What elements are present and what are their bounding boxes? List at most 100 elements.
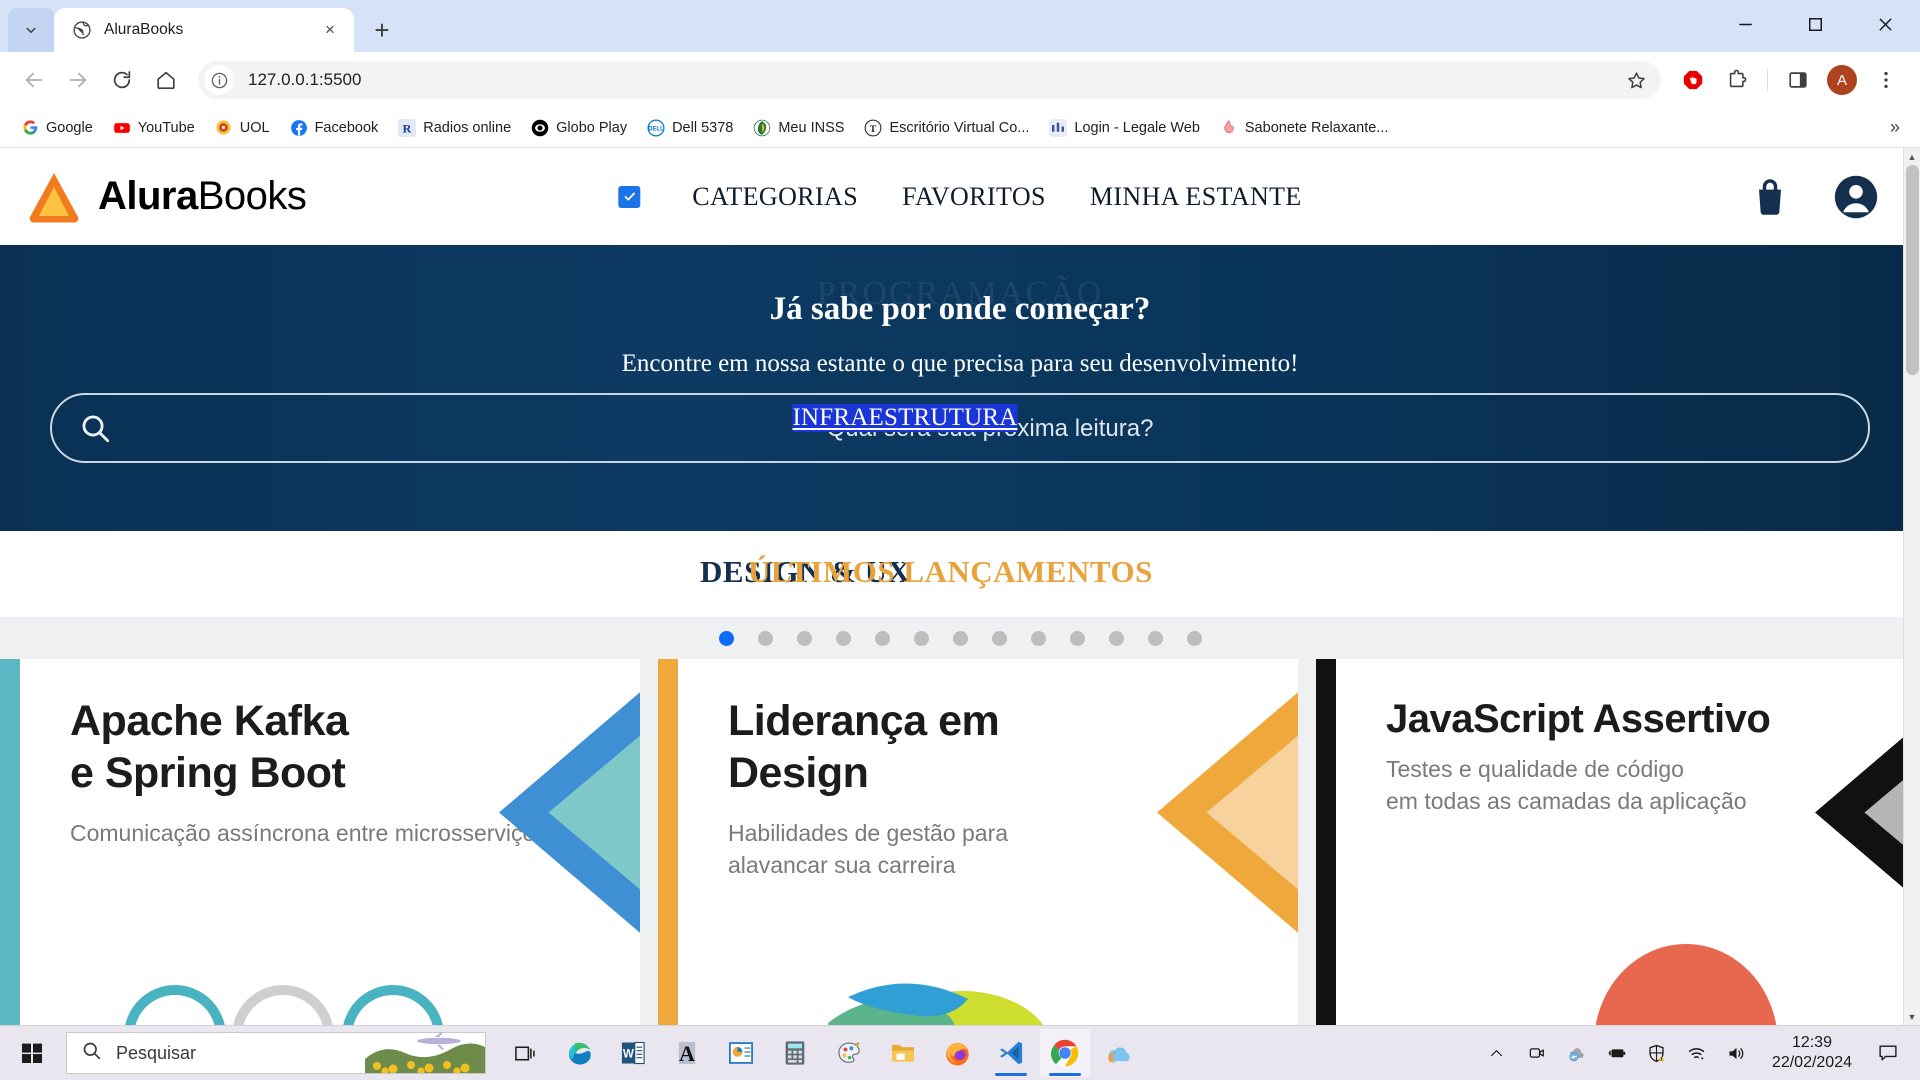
bookmark-label: Globo Play	[556, 119, 628, 136]
browser-toolbar: A	[0, 52, 1920, 108]
forward-button[interactable]	[58, 60, 98, 100]
nav-item-minha-estante[interactable]: MINHA ESTANTE	[1090, 182, 1302, 212]
carousel-dot[interactable]	[1108, 630, 1124, 646]
cart-icon[interactable]	[1748, 175, 1792, 219]
bookmark-item[interactable]: YouTube	[104, 114, 204, 142]
carousel-dot[interactable]	[874, 630, 890, 646]
brand-logo-link[interactable]: AluraBooks	[26, 171, 307, 223]
onedrive-app-icon[interactable]	[1094, 1029, 1144, 1077]
adblock-stop-icon[interactable]	[1673, 60, 1713, 100]
powerpoint-icon[interactable]	[716, 1029, 766, 1077]
bookmark-item[interactable]: Google	[12, 114, 102, 142]
windows-security-warning-icon[interactable]	[1638, 1031, 1676, 1075]
brand-name-bold: Alura	[98, 174, 198, 218]
windows-start-icon[interactable]	[6, 1029, 58, 1077]
address-bar[interactable]	[198, 61, 1661, 99]
bookmark-item[interactable]: T Escritório Virtual Co...	[855, 114, 1038, 142]
site-info-icon[interactable]	[204, 65, 234, 95]
new-tab-button[interactable]: +	[362, 10, 402, 50]
window-close-button[interactable]	[1850, 0, 1920, 48]
bookmarks-overflow-button[interactable]: »	[1882, 113, 1908, 142]
carousel-dot[interactable]	[796, 630, 812, 646]
notification-balloon-icon[interactable]	[1868, 1031, 1908, 1075]
legale-web-icon	[1049, 118, 1068, 137]
carousel-dot[interactable]	[1030, 630, 1046, 646]
bookmark-label: Facebook	[314, 119, 379, 136]
fonts-icon[interactable]: A	[662, 1029, 712, 1077]
window-maximize-button[interactable]	[1780, 0, 1850, 48]
bookmark-item[interactable]: Login - Legale Web	[1040, 114, 1209, 142]
bookmark-item[interactable]: DELL Dell 5378	[638, 114, 742, 142]
account-icon[interactable]	[1832, 173, 1880, 221]
book-card[interactable]: Apache Kafka e Spring Boot Comunicação a…	[0, 659, 640, 1025]
taskbar-clock[interactable]: 12:39 22/02/2024	[1758, 1033, 1866, 1072]
firefox-icon[interactable]	[932, 1029, 982, 1077]
carousel-dot[interactable]	[991, 630, 1007, 646]
tab-search-button[interactable]	[8, 8, 54, 52]
google-icon	[21, 119, 39, 137]
magnifier-icon[interactable]	[78, 411, 112, 445]
hero-search-bar[interactable]: Qual será sua próxima leitura? INFRAESTR…	[50, 393, 1870, 463]
window-minimize-button[interactable]	[1710, 0, 1780, 48]
carousel-pagination-dots	[0, 617, 1920, 659]
carousel-dot[interactable]	[1147, 630, 1163, 646]
bookmark-label: Google	[46, 119, 93, 136]
tab-close-button[interactable]: ×	[318, 18, 342, 42]
bookmark-item[interactable]: Globo Play	[522, 114, 636, 142]
calculator-icon[interactable]	[770, 1029, 820, 1077]
back-button[interactable]	[14, 60, 54, 100]
bookmark-item[interactable]: Meu INSS	[744, 114, 853, 142]
hero-search-input[interactable]: Qual será sua próxima leitura? INFRAESTR…	[112, 393, 1868, 463]
profile-avatar-button[interactable]: A	[1822, 60, 1862, 100]
side-panel-icon[interactable]	[1778, 60, 1818, 100]
home-button[interactable]	[146, 60, 186, 100]
scrollbar-thumb[interactable]	[1906, 165, 1919, 375]
wifi-icon[interactable]	[1678, 1031, 1716, 1075]
scroll-down-arrow[interactable]: ▼	[1904, 1008, 1920, 1025]
reload-button[interactable]	[102, 60, 142, 100]
book-card[interactable]: JavaScript Assertivo Testes e qualidade …	[1316, 659, 1920, 1025]
task-view-icon[interactable]	[500, 1029, 550, 1077]
scroll-up-arrow[interactable]: ▲	[1904, 148, 1920, 165]
selected-category-link[interactable]: INFRAESTRUTURA	[792, 404, 1018, 432]
url-input[interactable]	[234, 70, 1619, 90]
paint-icon[interactable]	[824, 1029, 874, 1077]
carousel-dot[interactable]	[913, 630, 929, 646]
vscode-icon[interactable]	[986, 1029, 1036, 1077]
bookmark-item[interactable]: Facebook	[281, 114, 388, 142]
hero-title: Já sabe por onde começar?	[769, 291, 1151, 327]
bookmark-star-icon[interactable]	[1619, 63, 1653, 97]
carousel-dot[interactable]	[835, 630, 851, 646]
carousel-dot[interactable]	[952, 630, 968, 646]
carousel-dot[interactable]	[1069, 630, 1085, 646]
battery-charging-icon[interactable]	[1598, 1031, 1636, 1075]
browser-tab[interactable]: AluraBooks ×	[54, 8, 354, 52]
volume-icon[interactable]	[1718, 1031, 1756, 1075]
taskbar-search-box[interactable]: Pesquisar	[66, 1032, 486, 1074]
onedrive-sync-icon[interactable]	[1558, 1031, 1596, 1075]
bookmark-item[interactable]: R Radios online	[389, 114, 520, 142]
nav-item-favoritos[interactable]: FAVORITOS	[902, 182, 1046, 212]
google-chrome-icon[interactable]	[1040, 1029, 1090, 1077]
radios-online-icon: R	[398, 118, 417, 137]
webcam-icon[interactable]	[1518, 1031, 1556, 1075]
carousel-dot[interactable]	[1186, 630, 1202, 646]
nav-item-categorias[interactable]: CATEGORIAS	[692, 182, 858, 212]
window-controls	[1710, 0, 1920, 48]
book-title: Liderança em Design	[728, 695, 1298, 800]
carousel-dot[interactable]	[757, 630, 773, 646]
carousel-dot[interactable]	[718, 630, 734, 646]
windows-taskbar: Pesquisar W A 12:39 22/02/2024	[0, 1025, 1920, 1080]
show-hidden-icons-chevron[interactable]	[1478, 1031, 1516, 1075]
brand-name-light: Books	[197, 174, 307, 218]
page-scrollbar[interactable]: ▲ ▼	[1903, 148, 1920, 1025]
chrome-menu-button[interactable]	[1866, 60, 1906, 100]
file-explorer-icon[interactable]	[878, 1029, 928, 1077]
bookmark-item[interactable]: UOL	[206, 114, 279, 142]
microsoft-word-icon[interactable]: W	[608, 1029, 658, 1077]
bookmark-item[interactable]: Sabonete Relaxante...	[1211, 114, 1398, 142]
microsoft-edge-icon[interactable]	[554, 1029, 604, 1077]
book-card[interactable]: Liderança em Design Habilidades de gestã…	[658, 659, 1298, 1025]
categorias-checkbox[interactable]	[618, 185, 641, 208]
extensions-puzzle-icon[interactable]	[1717, 60, 1757, 100]
